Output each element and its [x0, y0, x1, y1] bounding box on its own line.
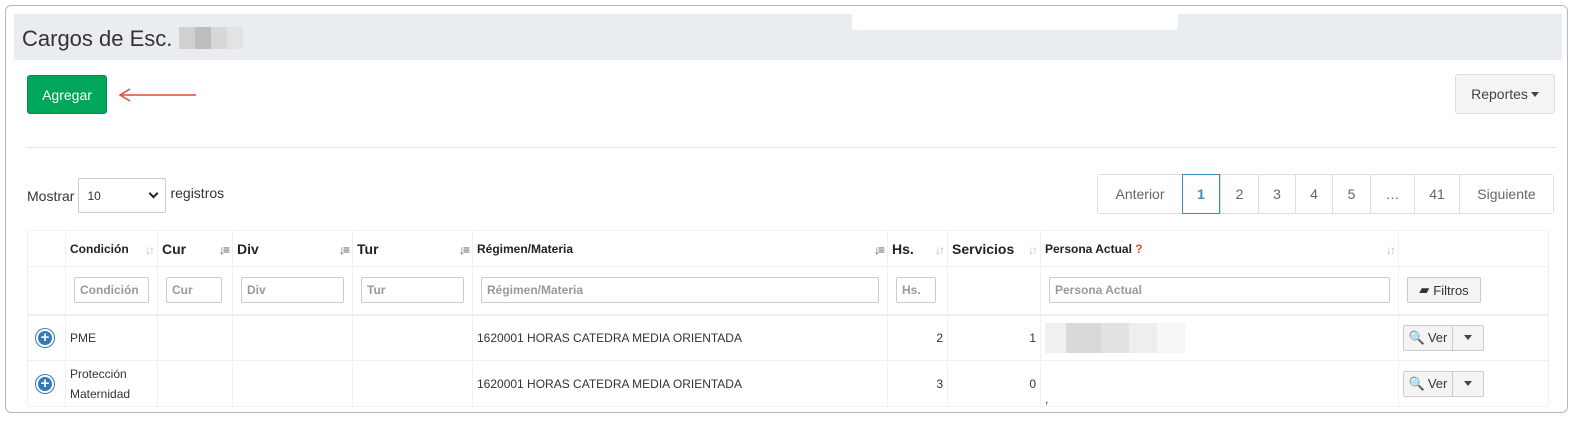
- page-link-2[interactable]: 2: [1220, 175, 1258, 213]
- filter-condicion-input[interactable]: Condición: [74, 277, 149, 304]
- cell-hs: 2: [887, 314, 948, 361]
- window-frame: Cargos de Esc. Agregar Reportes Mostrar …: [5, 5, 1568, 413]
- redacted-school-name: [178, 27, 243, 49]
- pagination-prev[interactable]: Anterior: [1098, 175, 1182, 213]
- view-button-group: 🔍 Ver: [1403, 370, 1484, 397]
- cell-regimen: 1620001 HORAS CATEDRA MEDIA ORIENTADA: [472, 360, 888, 407]
- magnifier-icon: 🔍: [1408, 329, 1425, 345]
- sort-icon: ↓↑: [935, 243, 945, 257]
- page-ellipsis: …: [1370, 175, 1414, 213]
- magnifier-icon: 🔍: [1408, 375, 1425, 391]
- filter-hs-input[interactable]: Hs.: [896, 277, 936, 304]
- cell-cur: [157, 314, 233, 361]
- page-title-text: Cargos de Esc.: [22, 26, 173, 51]
- filter-cur-input[interactable]: Cur: [166, 277, 222, 304]
- page-length-select[interactable]: 10: [78, 178, 167, 213]
- sort-desc-icon: ↓≡: [218, 243, 230, 257]
- redacted-person-name: [1045, 322, 1185, 353]
- cell-div: [232, 360, 353, 407]
- caret-down-icon: [1530, 91, 1539, 97]
- filter-div-input[interactable]: Div: [241, 277, 344, 304]
- view-label: Ver: [1427, 330, 1448, 346]
- cell-div: [232, 314, 353, 361]
- filters-button[interactable]: ▰ Filtros: [1407, 277, 1481, 304]
- page-link-4[interactable]: 4: [1295, 175, 1332, 213]
- caret-down-icon: [1464, 335, 1472, 341]
- header-tab-strip: [852, 14, 1178, 30]
- view-button-group: 🔍 Ver: [1403, 324, 1484, 351]
- cell-condicion: PME: [65, 314, 158, 361]
- filter-persona-input[interactable]: Persona Actual: [1049, 277, 1390, 304]
- pagination-next[interactable]: Siguiente: [1459, 175, 1553, 213]
- caret-down-icon: [1464, 381, 1472, 386]
- page-link-5[interactable]: 5: [1332, 175, 1370, 213]
- divider: [26, 147, 1556, 148]
- table-row: + Protección Maternidad 1620001 HORAS CA…: [27, 360, 1549, 407]
- page-length-control: Mostrar 10 registros: [27, 178, 224, 213]
- plus-circle-icon[interactable]: +: [36, 374, 54, 393]
- filter-cell-empty: [27, 266, 66, 316]
- positions-table: Condición ↓↑ Cur ↓≡ Div ↓≡ Tur ↓≡ Régimen/Ma…: [27, 230, 1549, 407]
- sort-icon: ↓↑: [145, 243, 155, 257]
- table-row: + PME 1620001 HORAS CATEDRA MEDIA ORIENT…: [27, 314, 1549, 361]
- cell-persona: [1040, 314, 1399, 361]
- cell-tur: [352, 314, 473, 361]
- plus-circle-icon[interactable]: +: [36, 328, 54, 347]
- view-dropdown-toggle[interactable]: [1453, 372, 1483, 396]
- cell-hs: 3: [887, 360, 948, 407]
- filter-row: Condición Cur Div Tur Régimen/Materia Hs…: [27, 266, 1549, 316]
- cell-servicios: 1: [947, 314, 1041, 361]
- filter-tur-input[interactable]: Tur: [361, 277, 464, 304]
- sort-desc-icon: ↓≡: [338, 243, 350, 257]
- view-dropdown-toggle[interactable]: [1453, 326, 1483, 350]
- filters-label: Filtros: [1433, 282, 1469, 298]
- pagination: Anterior 1 2 3 4 5 … 41 Siguiente: [1097, 174, 1554, 214]
- length-prefix: Mostrar: [27, 187, 75, 204]
- column-tur[interactable]: Tur ↓≡: [352, 230, 473, 267]
- help-icon[interactable]: ?: [1135, 242, 1142, 256]
- view-button[interactable]: 🔍 Ver: [1404, 371, 1453, 396]
- page-title: Cargos de Esc.: [22, 26, 243, 52]
- view-button[interactable]: 🔍 Ver: [1404, 325, 1453, 350]
- length-suffix: registros: [170, 184, 225, 201]
- page-length-value: 10: [87, 188, 101, 203]
- page-link-1[interactable]: 1: [1182, 174, 1220, 214]
- sort-icon: ↓↑: [1386, 243, 1396, 257]
- reports-label: Reportes: [1471, 86, 1528, 102]
- sort-icon: ↓↑: [1028, 243, 1038, 257]
- chevron-down-icon: [149, 188, 159, 199]
- page-header: Cargos de Esc.: [14, 14, 1562, 60]
- reports-dropdown-button[interactable]: Reportes: [1455, 74, 1555, 114]
- column-expand: [27, 230, 66, 267]
- cell-tur: [352, 360, 473, 407]
- filter-cell-empty: [947, 266, 1041, 316]
- column-hs[interactable]: Hs. ↓↑: [887, 230, 948, 267]
- add-button[interactable]: Agregar: [27, 75, 107, 114]
- column-cur[interactable]: Cur ↓≡: [157, 230, 233, 267]
- table-header-row: Condición ↓↑ Cur ↓≡ Div ↓≡ Tur ↓≡ Régimen/Ma…: [27, 230, 1549, 267]
- cell-regimen: 1620001 HORAS CATEDRA MEDIA ORIENTADA: [472, 314, 888, 361]
- column-servicios[interactable]: Servicios ↓↑: [947, 230, 1041, 267]
- cell-persona: ,: [1040, 360, 1399, 407]
- column-persona[interactable]: Persona Actual ? ↓↑: [1040, 230, 1399, 267]
- column-div[interactable]: Div ↓≡: [232, 230, 353, 267]
- column-regimen[interactable]: Régimen/Materia ↓≡: [472, 230, 888, 267]
- eraser-icon: ▰: [1419, 282, 1430, 298]
- cell-condicion: Protección Maternidad: [65, 360, 158, 407]
- filter-regimen-input[interactable]: Régimen/Materia: [481, 277, 879, 304]
- page-link-3[interactable]: 3: [1258, 175, 1295, 213]
- sort-desc-icon: ↓≡: [458, 243, 470, 257]
- annotation-arrow: [118, 88, 196, 102]
- page-link-41[interactable]: 41: [1414, 175, 1459, 213]
- cell-cur: [157, 360, 233, 407]
- column-condicion[interactable]: Condición ↓↑: [65, 230, 158, 267]
- column-actions: [1398, 230, 1549, 267]
- cell-servicios: 0: [947, 360, 1041, 407]
- sort-desc-icon: ↓≡: [873, 243, 885, 257]
- view-label: Ver: [1427, 376, 1448, 391]
